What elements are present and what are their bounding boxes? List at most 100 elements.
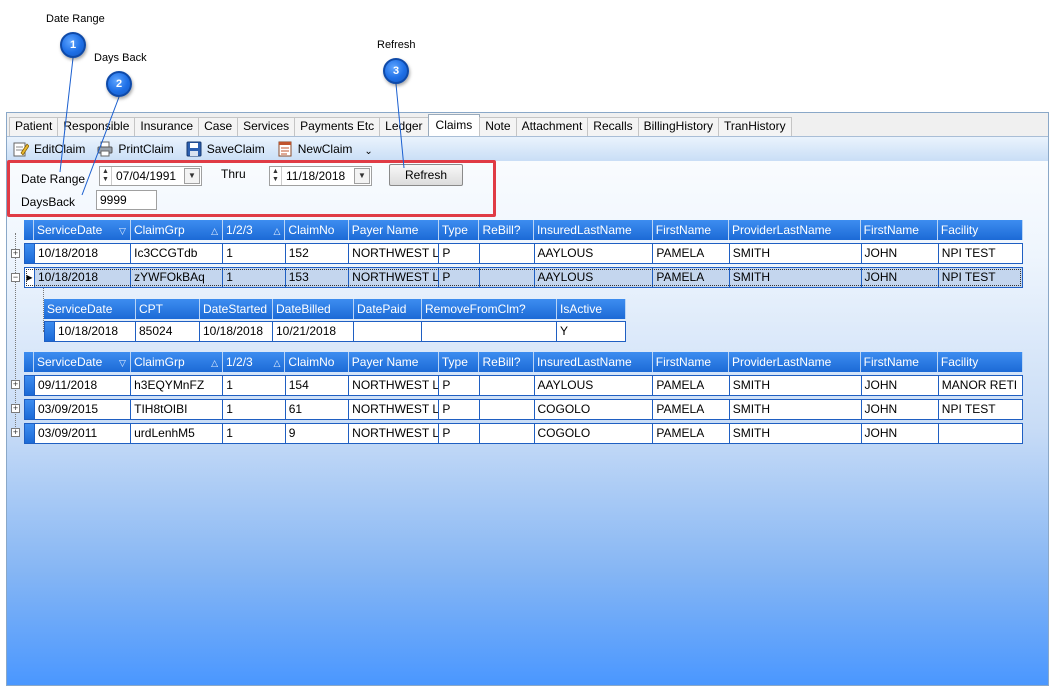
tab-patient[interactable]: Patient [9,117,59,136]
tab-payments-etc[interactable]: Payments Etc [294,117,381,136]
cell-rebill [480,376,535,395]
cell-facility [939,424,1022,443]
from-date-picker[interactable]: ▲ ▼ 07/04/1991 ▼ [99,166,202,186]
print-claim-label: PrintClaim [118,142,174,156]
print-claim-button[interactable]: PrintClaim [97,141,174,157]
tab-strip: Patient Responsible Insurance Case Servi… [7,113,1048,137]
tab-ledger[interactable]: Ledger [379,117,429,136]
column-header-claim-grp[interactable]: ClaimGrp △ [130,352,224,372]
cell-is-active: Y [560,324,569,338]
column-header-type[interactable]: Type [438,220,480,240]
detail-header-is-active[interactable]: IsActive [557,299,626,319]
cell-123: 1 [223,244,286,263]
table-row[interactable]: 03/09/2015 TIH8tOIBI 1 61 NORTHWEST L P … [24,399,1023,420]
table-row[interactable]: 03/09/2011 urdLenhM5 1 9 NORTHWEST L P C… [24,423,1023,444]
column-header-insured-last-name[interactable]: InsuredLastName [533,352,653,372]
row-selector[interactable] [25,400,35,419]
column-header-service-date[interactable]: ServiceDate ▽ [33,352,131,372]
row-selector[interactable] [45,322,55,341]
edit-claim-button[interactable]: EditClaim [13,141,85,157]
tab-tran-history[interactable]: TranHistory [718,117,792,136]
cell-first-name: PAMELA [653,268,730,287]
claims-window: Patient Responsible Insurance Case Servi… [6,112,1049,686]
table-row[interactable]: 09/11/2018 h3EQYMnFZ 1 154 NORTHWEST L P… [24,375,1023,396]
tab-services[interactable]: Services [237,117,296,136]
row-pointer-icon[interactable]: ▶ [25,268,35,287]
tab-attachment[interactable]: Attachment [515,117,589,136]
cell-claim-grp: Ic3CCGTdb [131,244,224,263]
detail-row[interactable]: 10/18/2018 85024 10/18/2018 10/21/2018 Y [44,321,626,342]
expand-icon[interactable]: + [11,404,20,413]
tab-note[interactable]: Note [479,117,517,136]
toolbar-overflow-button[interactable]: ⌄ [364,146,372,157]
table-row-selected[interactable]: ▶ 10/18/2018 zYWFOkBAq 1 153 NORTHWEST L… [24,267,1023,288]
detail-header-remove-from-clm[interactable]: RemoveFromClm? [422,299,557,319]
tab-billing-history[interactable]: BillingHistory [637,117,719,136]
column-header-claim-no[interactable]: ClaimNo [285,352,349,372]
sort-desc-icon: ▽ [119,358,126,368]
callout-label-refresh: Refresh [377,39,416,51]
detail-header-date-billed[interactable]: DateBilled [273,299,354,319]
detail-header-date-paid[interactable]: DatePaid [354,299,422,319]
column-header-type[interactable]: Type [438,352,480,372]
tab-claims[interactable]: Claims [427,114,481,136]
row-selector[interactable] [25,244,35,263]
column-header-claim-no[interactable]: ClaimNo [285,220,349,240]
column-header-rebill[interactable]: ReBill? [479,220,534,240]
from-date-dropdown-icon[interactable]: ▼ [184,168,200,184]
sort-asc-icon: △ [273,226,281,236]
new-claim-button[interactable]: NewClaim [277,141,352,157]
column-header-facility[interactable]: Facility [937,352,1023,372]
expand-icon[interactable]: + [11,249,20,258]
column-header-first-name[interactable]: FirstName [652,220,729,240]
column-header-payer-name[interactable]: Payer Name [348,220,439,240]
collapse-icon[interactable]: − [11,273,20,282]
cell-type: P [439,268,480,287]
tab-insurance[interactable]: Insurance [134,117,200,136]
row-selector[interactable] [25,376,35,395]
tab-responsible[interactable]: Responsible [57,117,136,136]
cell-claim-grp: zYWFOkBAq [131,268,224,287]
detail-header-cpt[interactable]: CPT [136,299,200,319]
cell-claim-no: 153 [286,268,350,287]
column-header-rebill[interactable]: ReBill? [479,352,534,372]
table-row[interactable]: 10/18/2018 Ic3CCGTdb 1 152 NORTHWEST L P… [24,243,1023,264]
cell-provider-first-name: JOHN [862,424,939,443]
cell-cpt: 85024 [136,322,200,341]
column-header-insured-last-name[interactable]: InsuredLastName [533,220,653,240]
sort-desc-icon: ▽ [119,226,126,236]
sort-asc-icon: △ [273,358,281,368]
claims-grid-bottom: ServiceDate ▽ ClaimGrp △ 1/2/3 △ ClaimNo Pa… [24,352,1023,444]
sort-asc-icon: △ [211,226,219,236]
thru-date-dropdown-icon[interactable]: ▼ [354,168,370,184]
expand-icon[interactable]: + [11,380,20,389]
column-header-label: ServiceDate [36,223,103,237]
column-header-provider-last-name[interactable]: ProviderLastName [728,220,861,240]
tab-recalls[interactable]: Recalls [587,117,639,136]
edit-icon [13,141,30,157]
detail-header-service-date[interactable]: ServiceDate [44,299,136,319]
column-header-provider-first-name[interactable]: FirstName [860,220,938,240]
row-selector[interactable] [25,424,35,443]
column-header-first-name[interactable]: FirstName [652,352,729,372]
callout-label-days-back: Days Back [94,52,147,64]
column-header-123[interactable]: 1/2/3 △ [223,220,286,240]
save-claim-button[interactable]: SaveClaim [186,141,265,157]
thru-date-spin-icon[interactable]: ▲ ▼ [270,167,282,185]
column-header-claim-grp[interactable]: ClaimGrp △ [130,220,224,240]
column-header-service-date[interactable]: ServiceDate ▽ [33,220,131,240]
column-header-123[interactable]: 1/2/3 △ [223,352,286,372]
column-header-payer-name[interactable]: Payer Name [348,352,439,372]
tab-case[interactable]: Case [198,117,239,136]
thru-date-picker[interactable]: ▲ ▼ 11/18/2018 ▼ [269,166,372,186]
column-header-label: ClaimGrp [133,223,185,237]
cell-insured-last-name: AAYLOUS [535,268,654,287]
refresh-button[interactable]: Refresh [389,164,463,186]
detail-header-date-started[interactable]: DateStarted [200,299,273,319]
column-header-provider-first-name[interactable]: FirstName [860,352,938,372]
column-header-facility[interactable]: Facility [937,220,1023,240]
column-header-provider-last-name[interactable]: ProviderLastName [728,352,861,372]
days-back-input[interactable]: 9999 [96,190,157,210]
expand-icon[interactable]: + [11,428,20,437]
from-date-spin-icon[interactable]: ▲ ▼ [100,167,112,185]
